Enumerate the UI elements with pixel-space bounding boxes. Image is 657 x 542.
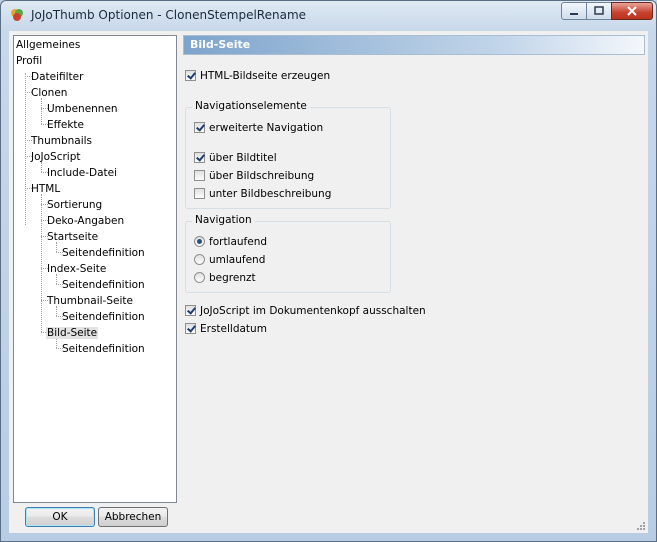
app-icon <box>11 9 23 21</box>
navigationselemente-group: Navigationselemente erweiterte Navigatio… <box>185 100 391 209</box>
tree-item-label: Sortierung <box>47 199 103 211</box>
tree-item-jojoscript[interactable]: JoJoScript <box>30 149 82 165</box>
tree-item-label: Umbenennen <box>47 103 118 115</box>
settings-panel: Bild-Seite HTML-Bildseite erzeugen Navig… <box>183 35 645 503</box>
checkbox-label: Erstelldatum <box>200 323 267 335</box>
maximize-button[interactable] <box>586 2 612 20</box>
radio-label: begrenzt <box>209 272 256 284</box>
tree-item-label: Clonen <box>31 87 68 99</box>
tree-item-label: Include-Datei <box>47 167 118 179</box>
checkbox-label: über Bildtitel <box>209 152 277 164</box>
minimize-icon <box>570 13 578 15</box>
tree-item-effekte[interactable]: Effekte <box>46 117 85 133</box>
resize-grip-icon[interactable] <box>636 521 646 531</box>
radio-dot <box>194 272 205 283</box>
minimize-button[interactable] <box>561 2 587 20</box>
checkbox-label: erweiterte Navigation <box>209 122 324 134</box>
tree-item-label: Index-Seite <box>47 263 107 275</box>
tree-item-profil[interactable]: Profil <box>15 53 43 69</box>
tree-item-label: Seitendefinition <box>62 343 145 355</box>
options-tree[interactable]: Allgemeines Profil Dateifilter Clonen Um… <box>13 35 177 503</box>
tree-item-label: JoJoScript <box>31 151 81 163</box>
tree-item-thumbnails[interactable]: Thumbnails <box>30 133 93 149</box>
tree-item-label: Profil <box>16 55 43 67</box>
checkbox-box <box>194 122 205 133</box>
radio-dot <box>194 236 205 247</box>
radio-dot <box>194 254 205 265</box>
tree-item-label: Thumbnails <box>31 135 93 147</box>
cancel-button[interactable]: Abbrechen <box>98 507 168 527</box>
tree-item-thumbnail-seite[interactable]: Thumbnail-Seite <box>46 293 134 309</box>
tree-item-bild-seitendefinition[interactable]: Seitendefinition <box>61 341 146 357</box>
panel-header: Bild-Seite <box>183 35 645 55</box>
tree-item-dateifilter[interactable]: Dateifilter <box>30 69 84 85</box>
tree-item-label: HTML <box>31 183 61 195</box>
tree-item-label: Seitendefinition <box>62 279 145 291</box>
tree-item-label: Startseite <box>47 231 99 243</box>
tree-item-bild-seite[interactable]: Bild-Seite <box>46 325 99 341</box>
tree-item-startseite[interactable]: Startseite <box>46 229 99 245</box>
tree-item-label: Deko-Angaben <box>47 215 125 227</box>
tree-item-sortierung[interactable]: Sortierung <box>46 197 103 213</box>
panel-title: Bild-Seite <box>190 38 251 51</box>
checkbox-box <box>185 70 196 81</box>
checkbox-box <box>185 323 196 334</box>
tree-item-thumbnail-seitendefinition[interactable]: Seitendefinition <box>61 309 146 325</box>
maximize-icon <box>594 6 604 15</box>
dialog-client: Allgemeines Profil Dateifilter Clonen Um… <box>9 31 648 533</box>
tree-item-umbenennen[interactable]: Umbenennen <box>46 101 119 117</box>
checkbox-label: unter Bildbeschreibung <box>209 188 332 200</box>
tree-item-label: Allgemeines <box>16 39 81 51</box>
options-window: JoJoThumb Optionen - ClonenStempelRename <box>0 0 657 542</box>
checkbox-box <box>194 170 205 181</box>
checkbox-label: HTML-Bildseite erzeugen <box>200 70 331 82</box>
tree-item-label: Seitendefinition <box>62 311 145 323</box>
group-title: Navigation <box>192 214 255 226</box>
radio-label: umlaufend <box>209 254 266 266</box>
tree-item-html[interactable]: HTML <box>30 181 61 197</box>
tree-item-label: Dateifilter <box>31 71 84 83</box>
checkbox-box <box>194 188 205 199</box>
tree-item-deko-angaben[interactable]: Deko-Angaben <box>46 213 125 229</box>
tree-item-index-seitendefinition[interactable]: Seitendefinition <box>61 277 146 293</box>
ok-button[interactable]: OK <box>25 507 95 527</box>
tree-item-label: Seitendefinition <box>62 247 145 259</box>
group-title: Navigationselemente <box>192 100 310 112</box>
window-title: JoJoThumb Optionen - ClonenStempelRename <box>31 8 307 22</box>
checkbox-box <box>194 152 205 163</box>
button-bar: OK Abbrechen <box>13 507 177 531</box>
checkbox-label: JoJoScript im Dokumentenkopf ausschalten <box>200 305 426 317</box>
tree-item-allgemeines[interactable]: Allgemeines <box>15 37 81 53</box>
tree-item-index-seite[interactable]: Index-Seite <box>46 261 107 277</box>
checkbox-label: über Bildschreibung <box>209 170 315 182</box>
checkbox-box <box>185 305 196 316</box>
tree-item-label: Bild-Seite <box>46 327 99 339</box>
tree-item-label: Thumbnail-Seite <box>47 295 133 307</box>
title-bar[interactable]: JoJoThumb Optionen - ClonenStempelRename <box>1 1 656 29</box>
tree-item-startseite-seitendefinition[interactable]: Seitendefinition <box>61 245 146 261</box>
navigation-group: Navigation fortlaufend umlaufend begrenz… <box>185 214 391 293</box>
close-button[interactable] <box>611 2 653 20</box>
tree-item-label: Effekte <box>47 119 84 131</box>
close-icon <box>627 6 637 16</box>
tree-item-clonen[interactable]: Clonen <box>30 85 68 101</box>
radio-label: fortlaufend <box>209 236 268 248</box>
tree-item-include-datei[interactable]: Include-Datei <box>46 165 118 181</box>
